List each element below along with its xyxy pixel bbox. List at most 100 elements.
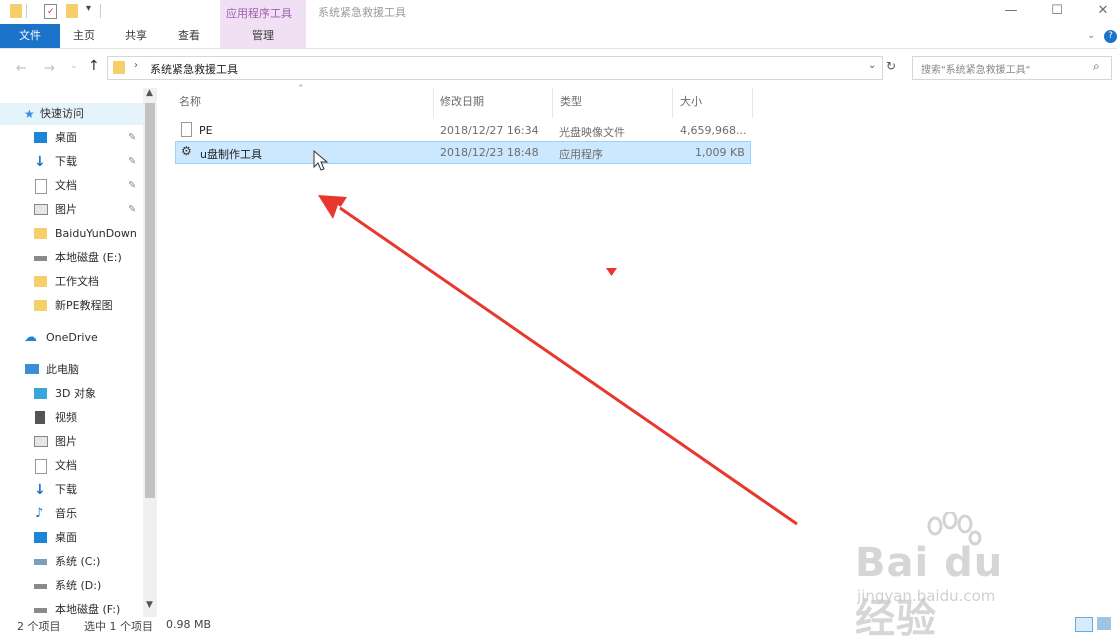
sidebar-item-downloads[interactable]: ↓ 下载 ✎: [0, 151, 143, 173]
large-icons-view-icon[interactable]: [1097, 617, 1111, 630]
expand-ribbon-icon[interactable]: ⌄: [1087, 30, 1095, 41]
column-divider[interactable]: [672, 88, 673, 118]
ribbon-tabs: 文件 主页 共享 查看 管理 ⌄ ?: [0, 24, 1117, 49]
column-divider[interactable]: [552, 88, 553, 118]
drive-icon: [34, 256, 47, 261]
customize-toolbar-icon[interactable]: ▾: [86, 3, 91, 14]
tab-view[interactable]: 查看: [166, 24, 212, 48]
close-button[interactable]: ✕: [1080, 0, 1117, 24]
download-icon: ↓: [34, 154, 46, 170]
picture-icon: [34, 436, 48, 447]
back-arrow-icon[interactable]: ←: [16, 61, 27, 76]
search-placeholder: 搜索"系统紧急救援工具": [921, 65, 1031, 76]
recent-locations-icon[interactable]: ⌄: [70, 61, 78, 71]
sidebar-item-pictures[interactable]: 图片 ✎: [0, 199, 143, 221]
sidebar-item-drive-e[interactable]: 本地磁盘 (E:): [0, 247, 143, 269]
file-size: 4,659,968...: [680, 124, 747, 137]
details-view-icon[interactable]: [1075, 617, 1093, 632]
watermark-url: jingyan.baidu.com: [857, 587, 996, 605]
search-icon[interactable]: ⌕: [1093, 59, 1100, 74]
picture-icon: [34, 204, 48, 215]
sidebar-item-label: BaiduYunDown: [55, 227, 137, 240]
column-header-size[interactable]: 大小: [680, 93, 702, 109]
marker-triangle-icon: [606, 268, 617, 276]
scroll-up-icon[interactable]: ▲: [146, 88, 153, 98]
file-row-pe[interactable]: PE 2018/12/27 16:34 光盘映像文件 4,659,968...: [175, 120, 749, 141]
properties-icon[interactable]: ✓: [44, 4, 57, 19]
breadcrumb[interactable]: 系统紧急救援工具: [150, 61, 238, 77]
up-arrow-icon[interactable]: ↑: [88, 58, 100, 74]
column-header-name[interactable]: 名称: [179, 93, 201, 109]
windows-drive-icon: [34, 559, 47, 565]
new-folder-icon[interactable]: [66, 4, 78, 18]
help-icon[interactable]: ?: [1104, 30, 1117, 43]
sidebar-item-pc-pictures[interactable]: 图片: [0, 431, 143, 453]
address-bar[interactable]: › 系统紧急救援工具 ⌄: [107, 56, 883, 80]
sidebar-item-label: 文档: [55, 179, 77, 192]
sidebar-item-label: 系统 (D:): [55, 579, 102, 592]
maximize-button[interactable]: ☐: [1034, 0, 1080, 24]
music-icon: ♪: [35, 506, 44, 521]
sidebar-item-pc-documents[interactable]: 文档: [0, 455, 143, 477]
file-row-usb-tool[interactable]: ⚙ u盘制作工具 2018/12/23 18:48 应用程序 1,009 KB: [175, 141, 751, 164]
context-tab-group: 应用程序工具: [220, 0, 306, 24]
sidebar-item-label: 视频: [55, 411, 77, 424]
document-icon: [35, 179, 47, 194]
sidebar-item-label: 下载: [55, 483, 77, 496]
sidebar-item-label: 图片: [55, 435, 77, 448]
sidebar-scroll-thumb[interactable]: [145, 103, 155, 498]
sidebar-item-documents[interactable]: 文档 ✎: [0, 175, 143, 197]
drive-icon: [34, 608, 47, 613]
breadcrumb-chevron-icon[interactable]: ›: [134, 60, 138, 71]
sidebar-item-pc-desktop[interactable]: 桌面: [0, 527, 143, 549]
file-size: 1,009 KB: [695, 146, 745, 159]
tab-share[interactable]: 共享: [114, 24, 158, 48]
tab-file[interactable]: 文件: [0, 24, 60, 48]
folder-icon: [34, 228, 47, 239]
sidebar-item-quick-access[interactable]: ★ 快速访问: [0, 103, 143, 125]
column-divider[interactable]: [752, 88, 753, 118]
pin-icon: ✎: [128, 180, 137, 191]
file-type: 应用程序: [559, 148, 603, 161]
sidebar-item-pe-tutorial[interactable]: 新PE教程图: [0, 295, 143, 317]
divider: [26, 4, 27, 18]
search-input[interactable]: 搜索"系统紧急救援工具" ⌕: [912, 56, 1112, 80]
address-dropdown-icon[interactable]: ⌄: [868, 60, 876, 71]
sidebar-item-label: 系统 (C:): [55, 555, 101, 568]
tab-manage[interactable]: 管理: [220, 24, 306, 48]
sidebar-item-pc-downloads[interactable]: ↓ 下载: [0, 479, 143, 501]
sidebar-item-drive-c[interactable]: 系统 (C:): [0, 551, 143, 573]
tab-home[interactable]: 主页: [62, 24, 106, 48]
column-divider[interactable]: [433, 88, 434, 118]
sidebar-item-onedrive[interactable]: ☁ OneDrive: [0, 327, 143, 349]
sidebar-item-label: 图片: [55, 203, 77, 216]
file-type: 光盘映像文件: [559, 126, 625, 139]
sidebar-item-work-docs[interactable]: 工作文档: [0, 271, 143, 293]
title-bar: ✓ ▾ 应用程序工具 系统紧急救援工具 — ☐ ✕: [0, 0, 1117, 24]
sidebar-item-this-pc[interactable]: 此电脑: [0, 359, 143, 381]
file-name: u盘制作工具: [200, 148, 262, 161]
drive-icon: [34, 584, 47, 589]
sidebar-item-3d-objects[interactable]: 3D 对象: [0, 383, 143, 405]
folder-icon: [10, 4, 22, 18]
scroll-down-icon[interactable]: ▼: [146, 600, 153, 610]
sidebar-item-label: 此电脑: [46, 363, 79, 376]
column-header-type[interactable]: 类型: [560, 93, 582, 109]
sidebar-item-desktop[interactable]: 桌面 ✎: [0, 127, 143, 149]
column-header-date[interactable]: 修改日期: [440, 93, 484, 109]
minimize-button[interactable]: —: [988, 0, 1034, 24]
sidebar-item-music[interactable]: ♪ 音乐: [0, 503, 143, 525]
usb-tool-icon: ⚙: [181, 144, 192, 158]
context-tab-group-label: 应用程序工具: [226, 7, 292, 20]
sidebar-item-drive-f[interactable]: 本地磁盘 (F:): [0, 599, 143, 617]
window-title: 系统紧急救援工具: [318, 6, 406, 19]
sidebar-item-videos[interactable]: 视频: [0, 407, 143, 429]
forward-arrow-icon[interactable]: →: [44, 61, 55, 76]
sidebar-item-baiduyundown[interactable]: BaiduYunDown: [0, 223, 143, 245]
sidebar-item-drive-d[interactable]: 系统 (D:): [0, 575, 143, 597]
refresh-icon[interactable]: ↻: [886, 59, 896, 73]
pin-icon: ✎: [128, 204, 137, 215]
pin-icon: ✎: [128, 132, 137, 143]
file-name: PE: [199, 124, 213, 137]
navigation-pane: ★ 快速访问 桌面 ✎ ↓ 下载 ✎ 文档 ✎ 图片 ✎ BaiduYunDow…: [0, 88, 157, 618]
